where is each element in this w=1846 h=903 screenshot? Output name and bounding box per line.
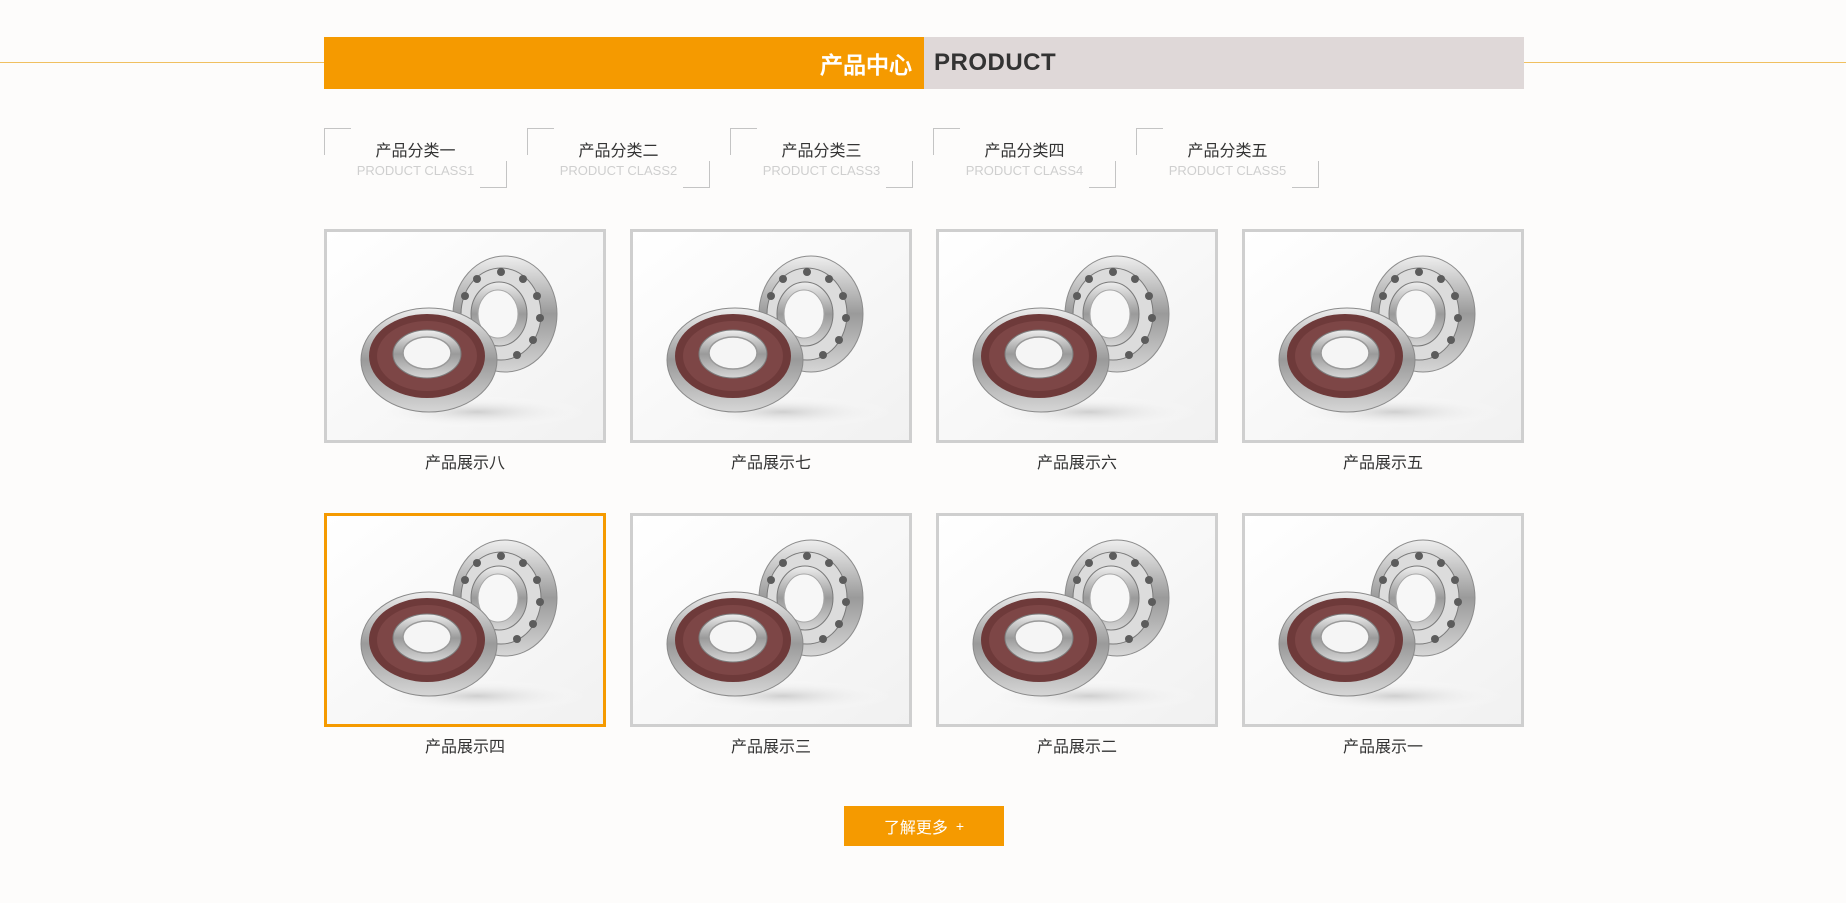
product-card[interactable]: 产品展示五 bbox=[1242, 229, 1524, 474]
section-title-en: PRODUCT bbox=[934, 49, 1057, 76]
ball-bearing-photo bbox=[633, 516, 909, 724]
category-tab-label: 产品分类四 bbox=[984, 143, 1065, 160]
product-image[interactable] bbox=[1242, 229, 1524, 443]
category-tab-sublabel: PRODUCT CLASS3 bbox=[762, 163, 881, 178]
product-image[interactable] bbox=[324, 229, 606, 443]
product-name[interactable]: 产品展示一 bbox=[1242, 738, 1524, 758]
ball-bearing-photo bbox=[327, 232, 603, 440]
product-card[interactable]: 产品展示四 bbox=[324, 513, 606, 758]
category-tab-label: 产品分类三 bbox=[781, 143, 862, 160]
product-name[interactable]: 产品展示二 bbox=[936, 738, 1218, 758]
category-tab-label: 产品分类二 bbox=[578, 143, 659, 160]
product-image[interactable] bbox=[936, 229, 1218, 443]
section-title-bar: 产品中心 PRODUCT bbox=[324, 37, 1524, 89]
product-card[interactable]: 产品展示三 bbox=[630, 513, 912, 758]
product-card[interactable]: 产品展示七 bbox=[630, 229, 912, 474]
product-image[interactable] bbox=[324, 513, 606, 727]
product-name[interactable]: 产品展示六 bbox=[936, 454, 1218, 474]
category-tab-4[interactable]: 产品分类四 PRODUCT CLASS4 bbox=[933, 128, 1116, 188]
product-card[interactable]: 产品展示六 bbox=[936, 229, 1218, 474]
category-tab-2[interactable]: 产品分类二 PRODUCT CLASS2 bbox=[527, 128, 710, 188]
plus-icon: + bbox=[955, 818, 965, 834]
section-title-en-block: PRODUCT bbox=[924, 37, 1524, 89]
learn-more-label: 了解更多 bbox=[883, 820, 948, 837]
section-title-cn: 产品中心 bbox=[820, 52, 912, 78]
ball-bearing-photo bbox=[1245, 516, 1521, 724]
product-name[interactable]: 产品展示三 bbox=[630, 738, 912, 758]
ball-bearing-photo bbox=[327, 516, 603, 724]
category-tab-sublabel: PRODUCT CLASS1 bbox=[356, 163, 475, 178]
category-tab-sublabel: PRODUCT CLASS5 bbox=[1168, 163, 1287, 178]
product-image[interactable] bbox=[1242, 513, 1524, 727]
product-name[interactable]: 产品展示四 bbox=[324, 738, 606, 758]
category-tab-label: 产品分类一 bbox=[375, 143, 456, 160]
category-tab-sublabel: PRODUCT CLASS2 bbox=[559, 163, 678, 178]
product-image[interactable] bbox=[630, 229, 912, 443]
product-name[interactable]: 产品展示八 bbox=[324, 454, 606, 474]
product-name[interactable]: 产品展示七 bbox=[630, 454, 912, 474]
category-tab-1[interactable]: 产品分类一 PRODUCT CLASS1 bbox=[324, 128, 507, 188]
decorative-line-left bbox=[0, 62, 324, 63]
ball-bearing-photo bbox=[939, 516, 1215, 724]
product-card[interactable]: 产品展示一 bbox=[1242, 513, 1524, 758]
ball-bearing-photo bbox=[939, 232, 1215, 440]
category-tab-sublabel: PRODUCT CLASS4 bbox=[965, 163, 1084, 178]
product-image[interactable] bbox=[936, 513, 1218, 727]
section-title-cn-block: 产品中心 bbox=[324, 37, 924, 89]
category-tab-label: 产品分类五 bbox=[1187, 143, 1268, 160]
product-card[interactable]: 产品展示二 bbox=[936, 513, 1218, 758]
category-tab-5[interactable]: 产品分类五 PRODUCT CLASS5 bbox=[1136, 128, 1319, 188]
decorative-line-right bbox=[1524, 62, 1846, 63]
learn-more-button[interactable]: 了解更多 + bbox=[844, 806, 1004, 846]
category-tab-3[interactable]: 产品分类三 PRODUCT CLASS3 bbox=[730, 128, 913, 188]
ball-bearing-photo bbox=[633, 232, 909, 440]
product-card[interactable]: 产品展示八 bbox=[324, 229, 606, 474]
product-image[interactable] bbox=[630, 513, 912, 727]
product-name[interactable]: 产品展示五 bbox=[1242, 454, 1524, 474]
ball-bearing-photo bbox=[1245, 232, 1521, 440]
